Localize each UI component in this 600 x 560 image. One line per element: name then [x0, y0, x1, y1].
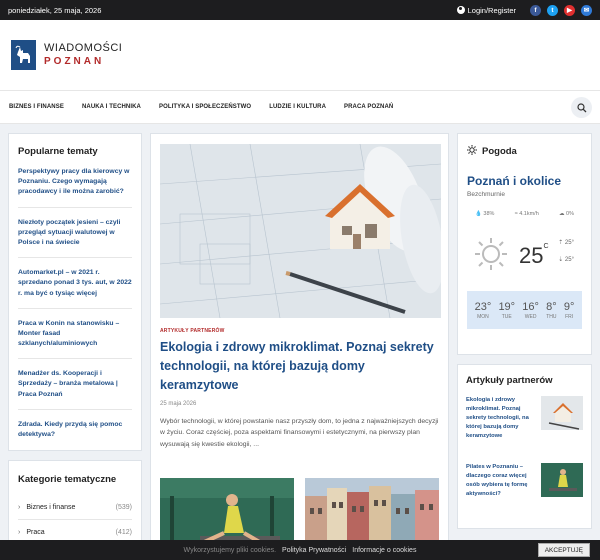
current-date: poniedziałek, 25 maja, 2026 — [8, 5, 102, 15]
category-count: (412) — [115, 529, 132, 536]
popular-item[interactable]: Automarket.pl – w 2021 r. sprzedano pona… — [18, 268, 132, 309]
top-bar: poniedziałek, 25 maja, 2026 Login/Regist… — [0, 0, 600, 20]
goat-icon[interactable] — [11, 40, 36, 70]
youtube-icon[interactable]: ▶ — [564, 4, 575, 16]
forecast-day: 8° THU — [546, 300, 557, 320]
partner-article[interactable]: Ekologia i zdrowy mikroklimat. Poznaj se… — [466, 396, 583, 441]
cloud-icon: ☁ — [559, 211, 565, 217]
login-link[interactable]: Login/Register — [456, 5, 516, 15]
weather-sun-icon — [473, 236, 509, 277]
logo-line1: WIADOMOŚCI — [44, 42, 123, 54]
partner-article-title[interactable]: Ekologia i zdrowy mikroklimat. Poznaj se… — [466, 396, 538, 441]
partner-articles-widget: Artykuły partnerów Ekologia i zdrowy mik… — [457, 364, 592, 529]
privacy-policy-link[interactable]: Polityka Prywatności — [282, 547, 346, 554]
site-logo[interactable]: WIADOMOŚCI POZNAN — [44, 43, 122, 67]
article-excerpt: Wybór technologii, w której powstanie na… — [160, 418, 439, 448]
popular-topics-widget: Popularne tematy Perspektywy pracy dla k… — [8, 133, 142, 451]
cookie-bar: Wykorzystujemy pliki cookies. Polityka P… — [0, 540, 600, 560]
nav-item-biznes[interactable]: BIZNES I FINANSE — [9, 104, 64, 110]
search-icon[interactable] — [571, 97, 592, 118]
weather-title: Pogoda — [482, 146, 517, 157]
forecast-day: 9° FRI — [563, 300, 575, 320]
site-header: WIADOMOŚCI POZNAN — [0, 20, 600, 90]
humidity-icon: 💧 — [475, 211, 482, 217]
left-sidebar: Popularne tematy Perspektywy pracy dla k… — [8, 133, 142, 560]
forecast-day: 16° WED — [522, 300, 539, 320]
popular-item[interactable]: Praca w Konin na stanowisku – Monter fas… — [18, 319, 132, 360]
categories-title: Kategorie tematyczne — [18, 474, 117, 485]
article-category-tag[interactable]: ARTYKUŁY PARTNERÓW — [160, 328, 439, 334]
popular-item[interactable]: Niezłoty początek jesieni – czyli przegl… — [18, 218, 132, 259]
mail-icon[interactable]: ✉ — [581, 4, 592, 16]
twitter-icon[interactable]: t — [547, 4, 558, 16]
weather-widget: Pogoda Poznań i okolice Bezchmurnie 💧 38… — [457, 133, 592, 355]
nav-item-nauka[interactable]: NAUKA I TECHNIKA — [82, 104, 141, 110]
clouds-value: 0% — [566, 211, 574, 217]
forecast-day: 19° TUE — [498, 300, 516, 320]
category-name: Praca — [18, 529, 44, 536]
featured-article-image[interactable] — [160, 144, 441, 318]
nav-item-praca[interactable]: PRACA POZNAŃ — [344, 104, 393, 110]
facebook-icon[interactable]: f — [530, 4, 541, 16]
partner-article-thumbnail[interactable] — [541, 462, 583, 497]
main-nav: BIZNES I FINANSE NAUKA I TECHNIKA POLITY… — [0, 90, 600, 124]
sun-icon — [467, 145, 477, 158]
category-count: (539) — [115, 504, 132, 511]
popular-title: Popularne tematy — [18, 146, 98, 157]
main-content: ARTYKUŁY PARTNERÓW Ekologia i zdrowy mik… — [150, 133, 449, 560]
cookie-text: Wykorzystujemy pliki cookies. — [183, 546, 277, 554]
category-item[interactable]: Biznes i finanse (539) — [18, 495, 132, 520]
partner-article-thumbnail[interactable] — [541, 396, 583, 430]
partners-title: Artykuły partnerów — [466, 375, 553, 386]
temp-unit: C — [543, 243, 549, 250]
login-label: Login/Register — [467, 5, 516, 15]
logo-line2: POZNAN — [44, 56, 105, 67]
arrow-down-icon: ⇣ — [558, 257, 564, 264]
humidity-value: 38% — [483, 211, 495, 217]
forecast-day: 23° MON — [474, 300, 492, 320]
forecast-strip: 23° MON 19° TUE 16° WED 8° THU 9° FRI — [467, 291, 582, 329]
temp-high: 25° — [564, 240, 574, 246]
popular-item[interactable]: Zdrada. Kiedy przydą się pomoc detektywa… — [18, 420, 132, 449]
category-name: Biznes i finanse — [18, 504, 75, 511]
current-temperature: 25C — [519, 243, 549, 268]
wind-value: 4.1km/h — [519, 211, 539, 217]
nav-item-ludzie[interactable]: LUDZIE I KULTURA — [269, 104, 326, 110]
wind-icon: ≈ — [514, 211, 518, 217]
temp-low: 25° — [564, 257, 574, 264]
right-sidebar: Pogoda Poznań i okolice Bezchmurnie 💧 38… — [457, 133, 592, 529]
article-title[interactable]: Ekologia i zdrowy mikroklimat. Poznaj se… — [160, 338, 439, 394]
user-icon — [456, 6, 465, 14]
weather-condition: Bezchmurnie — [467, 191, 505, 198]
partner-article-title[interactable]: Pilates w Poznaniu – dlaczego coraz więc… — [466, 463, 538, 499]
popular-item[interactable]: Perspektywy pracy dla kierowcy w Poznani… — [18, 167, 132, 208]
nav-item-polityka[interactable]: POLITYKA I SPOŁECZEŃSTWO — [159, 104, 251, 110]
accept-cookies-button[interactable]: AKCEPTUJĘ — [537, 543, 590, 557]
weather-city: Poznań i okolice — [467, 174, 562, 188]
cookie-info-link[interactable]: Informacje o cookies — [352, 547, 416, 554]
partner-article[interactable]: Pilates w Poznaniu – dlaczego coraz więc… — [466, 462, 583, 499]
article-date: 25 maja 2026 — [160, 401, 197, 408]
arrow-up-icon: ⇡ — [558, 240, 564, 246]
popular-item[interactable]: Menadżer ds. Kooperacji i Sprzedaży – br… — [18, 369, 132, 410]
